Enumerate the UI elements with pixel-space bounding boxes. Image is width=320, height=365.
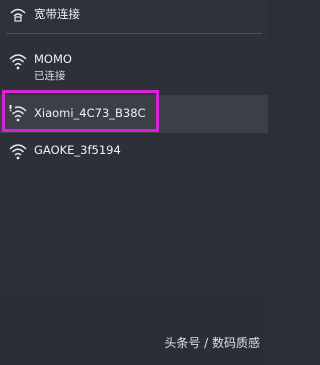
network-name: GAOKE_3f5194 [34,143,121,157]
dialup-icon [8,5,28,23]
watermark: 头条号 / 数码质感 [164,336,260,350]
wifi-icon [8,142,28,160]
highlight-annotation [2,90,159,132]
wifi-icon [8,52,28,70]
network-flyout: 宽带连接 MOMO 已连接 Xiaomi_4C73_B38C GAOKE_3f5… [0,0,268,365]
network-name: MOMO [34,52,72,66]
connection-status: 已连接 [34,70,66,82]
network-name: 宽带连接 [34,7,80,21]
divider [6,33,262,34]
